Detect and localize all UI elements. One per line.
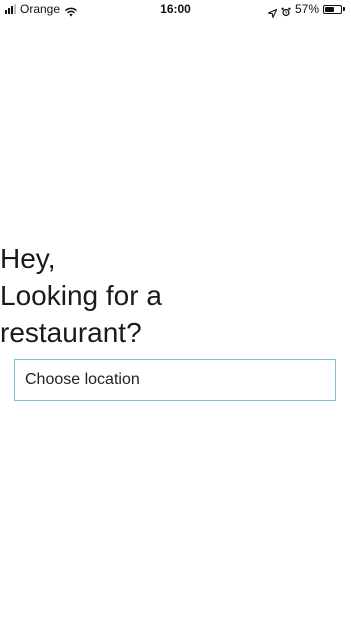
- status-right: 57%: [267, 0, 345, 18]
- greeting-heading: Hey, Looking for a restaurant?: [0, 240, 162, 351]
- alarm-icon: [281, 4, 291, 17]
- greeting-line: Hey,: [0, 243, 56, 274]
- battery-percent: 57%: [294, 2, 319, 16]
- location-arrow-icon: [267, 5, 278, 18]
- location-input[interactable]: [14, 359, 336, 401]
- greeting-line: restaurant?: [0, 317, 142, 348]
- greeting-line: Looking for a: [0, 280, 162, 311]
- status-bar: Orange 16:00 57%: [0, 0, 351, 18]
- battery-icon: [323, 4, 345, 14]
